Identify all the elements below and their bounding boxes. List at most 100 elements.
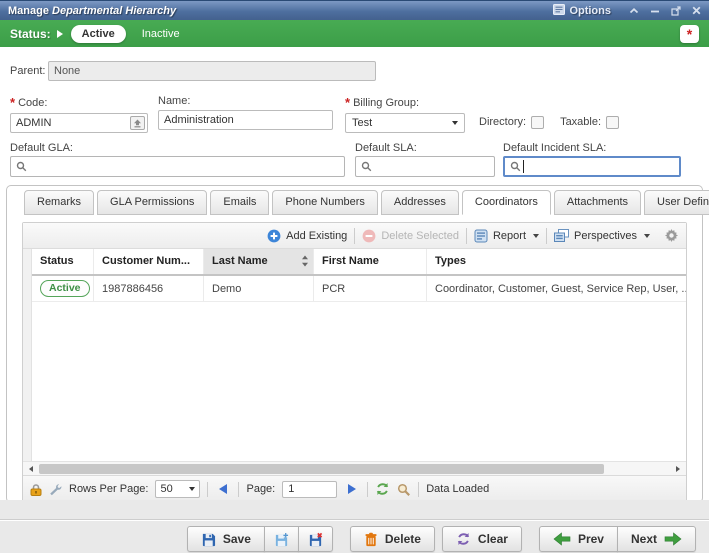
- delete-button[interactable]: Delete: [350, 526, 435, 552]
- tab-gla-permissions[interactable]: GLA Permissions: [97, 190, 207, 215]
- rows-per-page-value: 50: [160, 483, 172, 495]
- save-and-new-button[interactable]: [264, 526, 299, 552]
- required-legend-button[interactable]: *: [680, 25, 699, 43]
- chevron-down-icon: [452, 121, 458, 125]
- add-existing-button[interactable]: Add Existing: [260, 229, 354, 243]
- gear-icon: [665, 229, 678, 242]
- parent-field[interactable]: [48, 61, 376, 81]
- tab-phone-numbers[interactable]: Phone Numbers: [272, 190, 378, 215]
- tab-emails[interactable]: Emails: [210, 190, 269, 215]
- billing-group-select[interactable]: Test: [345, 113, 465, 133]
- remove-circle-icon: [362, 229, 376, 243]
- clear-button[interactable]: Clear: [442, 526, 522, 552]
- rows-per-page-label: Rows Per Page:: [69, 483, 148, 495]
- row-handle-gutter: [23, 249, 32, 461]
- pager-separator: [238, 482, 239, 497]
- tab-remarks[interactable]: Remarks: [24, 190, 94, 215]
- tab-strip: Remarks GLA Permissions Emails Phone Num…: [7, 186, 702, 215]
- scrollbar-thumb[interactable]: [39, 464, 604, 474]
- directory-label: Directory:: [479, 116, 526, 128]
- column-header-first-name[interactable]: First Name: [314, 249, 427, 274]
- tab-coordinators[interactable]: Coordinators: [462, 190, 551, 215]
- window-titlebar: Manage Departmental Hierarchy Options: [0, 0, 709, 20]
- rows-per-page-select[interactable]: 50: [155, 480, 200, 498]
- cell-first-name: PCR: [314, 276, 427, 301]
- page-number-input[interactable]: [282, 481, 337, 498]
- status-inactive-toggle[interactable]: Inactive: [142, 28, 180, 40]
- directory-checkbox[interactable]: [531, 116, 544, 129]
- popout-icon[interactable]: [671, 6, 681, 16]
- default-sla-search-field[interactable]: [355, 156, 495, 177]
- default-gla-search-field[interactable]: [10, 156, 345, 177]
- column-header-status[interactable]: Status: [32, 249, 94, 274]
- cell-customer-number: 1987886456: [94, 276, 204, 301]
- lock-icon[interactable]: [30, 483, 42, 496]
- code-generate-button[interactable]: [130, 116, 145, 130]
- search-icon: [510, 161, 521, 172]
- search-fields-row: Default GLA: Default SLA: Default Incide…: [10, 142, 699, 177]
- window-title-emphasis: Departmental Hierarchy: [52, 5, 176, 17]
- column-header-types[interactable]: Types: [427, 249, 686, 274]
- billing-group-label: *Billing Group:: [345, 95, 465, 110]
- column-header-customer-number[interactable]: Customer Num...: [94, 249, 204, 274]
- chevron-down-icon: [644, 234, 650, 238]
- options-button[interactable]: Options: [553, 4, 611, 18]
- required-icon: *: [10, 95, 15, 110]
- save-and-close-button[interactable]: [298, 526, 333, 552]
- prev-button[interactable]: Prev: [539, 526, 618, 552]
- status-label: Status:: [10, 27, 51, 41]
- parent-row: Parent:: [10, 61, 699, 81]
- scroll-right-icon[interactable]: [672, 466, 684, 472]
- clear-refresh-icon: [456, 532, 471, 546]
- report-button[interactable]: Report: [467, 229, 546, 243]
- save-close-icon: [308, 532, 323, 547]
- scroll-left-icon[interactable]: [25, 466, 37, 472]
- perspectives-button[interactable]: Perspectives: [547, 229, 657, 242]
- wrench-icon[interactable]: [49, 483, 62, 496]
- code-label: *Code:: [10, 95, 148, 110]
- search-icon[interactable]: [397, 483, 411, 496]
- default-gla-label: Default GLA:: [10, 142, 345, 154]
- default-incident-sla-label: Default Incident SLA:: [503, 142, 681, 154]
- search-icon: [361, 161, 372, 172]
- refresh-icon[interactable]: [375, 482, 390, 496]
- pager-status-text: Data Loaded: [426, 483, 489, 495]
- trash-icon: [364, 532, 378, 547]
- grid-settings-button[interactable]: [665, 229, 678, 242]
- add-circle-icon: [267, 229, 281, 243]
- grid-header-row: Status Customer Num... Last Name First N…: [32, 249, 686, 276]
- tab-attachments[interactable]: Attachments: [554, 190, 641, 215]
- cell-last-name: Demo: [204, 276, 314, 301]
- grid-pager: Rows Per Page: 50 Page: Data Loaded: [23, 475, 686, 502]
- horizontal-scrollbar[interactable]: [23, 461, 686, 475]
- tab-addresses[interactable]: Addresses: [381, 190, 459, 215]
- sort-icon: [301, 255, 309, 267]
- save-button-group: Save: [187, 526, 333, 552]
- save-button[interactable]: Save: [187, 526, 265, 552]
- parent-label: Parent:: [10, 65, 48, 77]
- delete-selected-button[interactable]: Delete Selected: [355, 229, 466, 243]
- cell-types: Coordinator, Customer, Guest, Service Re…: [427, 276, 686, 301]
- grid-empty-area: [32, 302, 686, 461]
- previous-page-button[interactable]: [215, 484, 231, 494]
- arrow-left-icon: [553, 532, 571, 546]
- coordinators-grid: Add Existing Delete Selected Report Pers…: [22, 222, 687, 503]
- next-page-button[interactable]: [344, 484, 360, 494]
- column-header-last-name[interactable]: Last Name: [204, 249, 314, 274]
- tab-user-defined-fields[interactable]: User Defined Fields: [644, 190, 709, 215]
- default-incident-sla-search-field[interactable]: [503, 156, 681, 177]
- close-icon[interactable]: [692, 6, 701, 15]
- save-add-icon: [274, 532, 289, 547]
- code-field[interactable]: [10, 113, 148, 133]
- taxable-checkbox[interactable]: [606, 116, 619, 129]
- perspectives-icon: [554, 229, 569, 242]
- collapse-icon[interactable]: [629, 7, 639, 15]
- footer-button-bar: Save Delete Clear Prev Next: [0, 520, 709, 552]
- status-active-toggle[interactable]: Active: [71, 25, 126, 43]
- next-button[interactable]: Next: [617, 526, 696, 552]
- minimize-icon[interactable]: [650, 7, 660, 15]
- table-row[interactable]: Active 1987886456 Demo PCR Coordinator, …: [32, 276, 686, 302]
- billing-group-value: Test: [352, 117, 372, 129]
- detail-tab-panel: Remarks GLA Permissions Emails Phone Num…: [6, 185, 703, 503]
- name-field[interactable]: [158, 110, 333, 130]
